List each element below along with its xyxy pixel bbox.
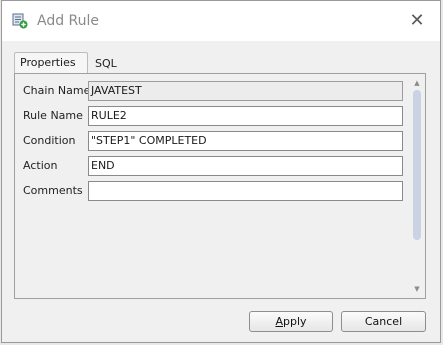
close-icon[interactable]: ✕ xyxy=(408,12,426,30)
action-field[interactable]: END xyxy=(88,156,403,176)
chain-name-field: JAVATEST xyxy=(88,81,403,101)
comments-label: Comments xyxy=(23,184,83,197)
scroll-thumb[interactable] xyxy=(413,90,421,240)
add-rule-dialog: Add Rule ✕ Properties SQL Chain Name JAV… xyxy=(1,0,441,343)
title-bar: Add Rule ✕ xyxy=(2,1,440,41)
properties-panel: Chain Name JAVATEST Rule Name RULE2 Cond… xyxy=(14,73,426,299)
scroll-down-icon[interactable]: ▼ xyxy=(412,284,422,294)
scroll-up-icon[interactable]: ▲ xyxy=(412,78,422,88)
action-label: Action xyxy=(23,159,58,172)
tab-sql[interactable]: SQL xyxy=(90,54,130,75)
vertical-scrollbar[interactable]: ▲ ▼ xyxy=(410,76,424,296)
tab-properties[interactable]: Properties xyxy=(14,52,88,73)
cancel-button[interactable]: Cancel xyxy=(341,311,426,332)
comments-row: Comments xyxy=(15,181,425,201)
apply-label-rest: pply xyxy=(283,315,307,328)
tab-strip: Properties SQL xyxy=(14,52,434,74)
comments-field[interactable] xyxy=(88,181,403,201)
apply-button[interactable]: Apply xyxy=(249,311,333,332)
condition-label: Condition xyxy=(23,134,76,147)
apply-mnemonic: A xyxy=(275,315,283,328)
rule-name-row: Rule Name RULE2 xyxy=(15,106,425,126)
dialog-title: Add Rule xyxy=(37,13,100,29)
condition-field[interactable]: "STEP1" COMPLETED xyxy=(88,131,403,151)
add-rule-icon xyxy=(12,13,28,29)
rule-name-label: Rule Name xyxy=(23,109,83,122)
chain-name-label: Chain Name xyxy=(23,84,91,97)
condition-row: Condition "STEP1" COMPLETED xyxy=(15,131,425,151)
chain-name-row: Chain Name JAVATEST xyxy=(15,81,425,101)
action-row: Action END xyxy=(15,156,425,176)
rule-name-field[interactable]: RULE2 xyxy=(88,106,403,126)
